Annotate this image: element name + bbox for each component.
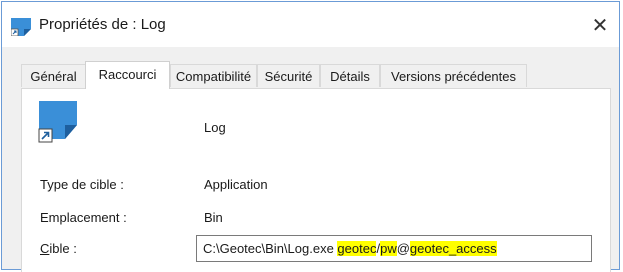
tab-versions-precedentes[interactable]: Versions précédentes [380, 64, 527, 87]
target-type-value: Application [204, 177, 268, 192]
close-button[interactable]: ✕ [587, 12, 613, 38]
tab-general[interactable]: Général [21, 64, 86, 87]
shortcut-panel: Log Type de cible : Application Emplacem… [21, 88, 611, 272]
close-icon: ✕ [591, 14, 609, 37]
target-path: C:\Geotec\Bin\Log.exe [203, 241, 338, 256]
location-value: Bin [204, 210, 223, 225]
application-icon [11, 18, 31, 36]
target-database-highlight: geotec_access [409, 241, 497, 256]
target-password-highlight: pw [380, 241, 397, 256]
title-bar[interactable]: Propriétés de : Log ✕ [2, 2, 619, 47]
target-input[interactable]: C:\Geotec\Bin\Log.exe geotec/pw@geotec_a… [196, 235, 592, 262]
target-type-label: Type de cible : [40, 177, 124, 192]
window-title: Propriétés de : Log [39, 16, 166, 33]
target-label: Cible : [40, 241, 77, 256]
target-label-accesskey: C [40, 241, 50, 256]
properties-window: Propriétés de : Log ✕ Général Raccourci … [1, 1, 620, 272]
tab-compatibilite[interactable]: Compatibilité [170, 64, 257, 87]
application-shortcut-icon [38, 101, 77, 143]
shortcut-name: Log [204, 120, 226, 135]
tab-details[interactable]: Détails [320, 64, 380, 87]
target-label-rest: ible : [49, 241, 77, 256]
target-separator-at: @ [396, 241, 410, 256]
tab-securite[interactable]: Sécurité [257, 64, 320, 87]
target-user-highlight: geotec [337, 241, 377, 256]
location-label: Emplacement : [40, 210, 127, 225]
tab-raccourci[interactable]: Raccourci [85, 61, 170, 89]
